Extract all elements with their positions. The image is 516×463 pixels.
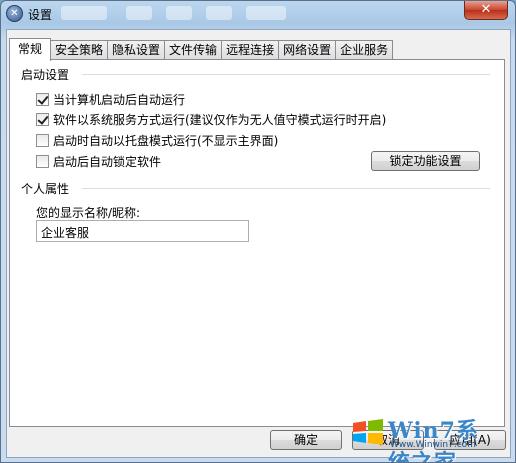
tab-remote-connection[interactable]: 远程连接 <box>221 40 280 60</box>
auto-lock-option[interactable]: 启动后自动锁定软件 <box>36 153 161 170</box>
tray-mode-option[interactable]: 启动时自动以托盘模式运行(不显示主界面) <box>36 132 278 149</box>
auto-start-checkbox[interactable] <box>36 93 49 106</box>
window-title: 设置 <box>28 8 53 22</box>
blurred-title-region <box>126 6 152 20</box>
auto-start-option[interactable]: 当计算机启动后自动运行 <box>36 91 185 108</box>
watermark-url: Www.Winwin7.com <box>390 440 476 450</box>
windows-flag-icon <box>353 419 383 445</box>
run-as-service-checkbox[interactable] <box>36 113 49 126</box>
auto-lock-label: 启动后自动锁定软件 <box>53 155 162 169</box>
group-divider <box>82 74 490 75</box>
display-name-input[interactable]: 企业客服 <box>36 220 249 242</box>
general-panel: 启动设置 当计算机启动后自动运行 软件以系统服务方式运行(建议仅作为无人值守模式… <box>9 59 505 427</box>
settings-window: ✕ 设置 ✕ 常规 安全策略 隐私设置 文件传输 远程连接 网络设置 企业服务 … <box>0 0 516 463</box>
blurred-title-region <box>246 6 286 20</box>
blurred-title-region <box>166 6 192 20</box>
tab-file-transfer[interactable]: 文件传输 <box>164 40 223 60</box>
tab-security-policy[interactable]: 安全策略 <box>50 40 109 60</box>
tab-network[interactable]: 网络设置 <box>278 40 337 60</box>
display-name-label: 您的显示名称/昵称: <box>36 206 141 220</box>
watermark-title: Win7系统之家 <box>388 418 479 463</box>
title-bar[interactable]: ✕ 设置 ✕ <box>1 1 515 27</box>
blurred-title-region <box>61 6 107 20</box>
auto-start-label: 当计算机启动后自动运行 <box>53 93 186 107</box>
group-divider <box>82 188 490 189</box>
lock-settings-button[interactable]: 锁定功能设置 <box>371 151 480 171</box>
tab-general[interactable]: 常规 <box>9 38 52 61</box>
startup-group-label: 启动设置 <box>21 66 74 83</box>
app-logo-icon: ✕ <box>6 5 23 22</box>
ok-button[interactable]: 确定 <box>270 430 342 450</box>
tab-strip: 常规 安全策略 隐私设置 文件传输 远程连接 网络设置 企业服务 <box>9 38 394 61</box>
site-watermark: Win7系统之家 Www.Winwin7.com <box>350 413 500 462</box>
auto-lock-checkbox[interactable] <box>36 155 49 168</box>
run-as-service-label: 软件以系统服务方式运行(建议仅作为无人值守模式运行时开启) <box>53 113 387 127</box>
tray-mode-checkbox[interactable] <box>36 134 49 147</box>
tray-mode-label: 启动时自动以托盘模式运行(不显示主界面) <box>53 134 279 148</box>
close-button[interactable]: ✕ <box>464 1 508 20</box>
close-icon: ✕ <box>480 2 492 17</box>
tab-privacy[interactable]: 隐私设置 <box>107 40 166 60</box>
dialog-client: 常规 安全策略 隐私设置 文件传输 远程连接 网络设置 企业服务 启动设置 当计… <box>6 29 511 462</box>
run-as-service-option[interactable]: 软件以系统服务方式运行(建议仅作为无人值守模式运行时开启) <box>36 111 386 128</box>
blurred-title-region <box>206 6 232 20</box>
personal-group-label: 个人属性 <box>21 180 74 197</box>
tab-enterprise[interactable]: 企业服务 <box>335 40 394 60</box>
